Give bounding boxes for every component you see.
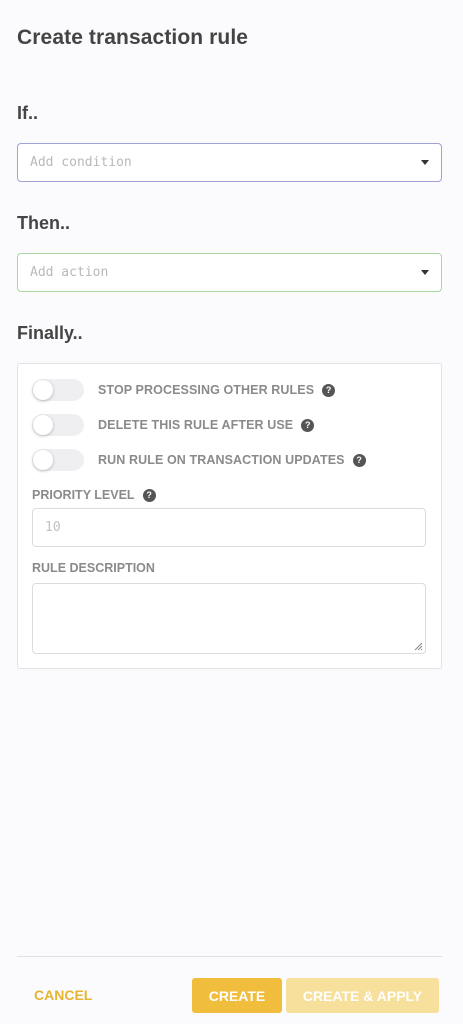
question-circle-icon[interactable]: ? [142,488,156,502]
caret-down-icon [421,270,429,275]
delete-after-use-toggle[interactable] [32,414,84,436]
rule-description-label: RULE DESCRIPTION [32,561,155,575]
question-circle-icon[interactable]: ? [301,418,315,432]
stop-processing-label: STOP PROCESSING OTHER RULES [98,383,315,397]
run-on-updates-label: RUN RULE ON TRANSACTION UPDATES [98,453,345,467]
toggle-row-delete-after-use: DELETE THIS RULE AFTER USE ? [32,414,315,436]
caret-down-icon [421,160,429,165]
action-placeholder: Add action [30,265,109,280]
rule-description-textarea[interactable] [32,583,426,654]
priority-level-label: PRIORITY LEVEL [32,488,135,502]
delete-after-use-label: DELETE THIS RULE AFTER USE [98,418,294,432]
run-on-updates-toggle[interactable] [32,449,84,471]
toggle-row-run-on-updates: RUN RULE ON TRANSACTION UPDATES ? [32,449,366,471]
stop-processing-toggle[interactable] [32,379,84,401]
create-button[interactable]: CREATE [192,978,282,1013]
condition-placeholder: Add condition [30,155,132,170]
resize-handle-icon[interactable] [413,641,423,651]
footer-divider [17,956,442,957]
finally-options-panel: STOP PROCESSING OTHER RULES ? DELETE THI… [17,363,442,669]
priority-level-placeholder: 10 [45,520,61,535]
then-heading: Then.. [17,213,70,233]
rule-description-label-row: RULE DESCRIPTION [32,561,155,575]
action-dropdown[interactable]: Add action [17,253,442,292]
question-circle-icon[interactable]: ? [322,383,336,397]
toggle-knob [33,415,53,435]
condition-dropdown[interactable]: Add condition [17,143,442,182]
question-circle-icon[interactable]: ? [352,453,366,467]
toggle-row-stop-processing: STOP PROCESSING OTHER RULES ? [32,379,336,401]
if-heading: If.. [17,103,38,123]
create-rule-page: Create transaction rule If.. Add conditi… [0,0,463,1024]
priority-level-label-row: PRIORITY LEVEL ? [32,488,156,502]
toggle-knob [33,450,53,470]
page-title: Create transaction rule [17,26,249,49]
finally-heading: Finally.. [17,323,83,343]
priority-level-input[interactable]: 10 [32,508,426,547]
create-and-apply-button[interactable]: CREATE & APPLY [286,978,439,1013]
cancel-button[interactable]: CANCEL [34,987,92,1003]
toggle-knob [33,380,53,400]
